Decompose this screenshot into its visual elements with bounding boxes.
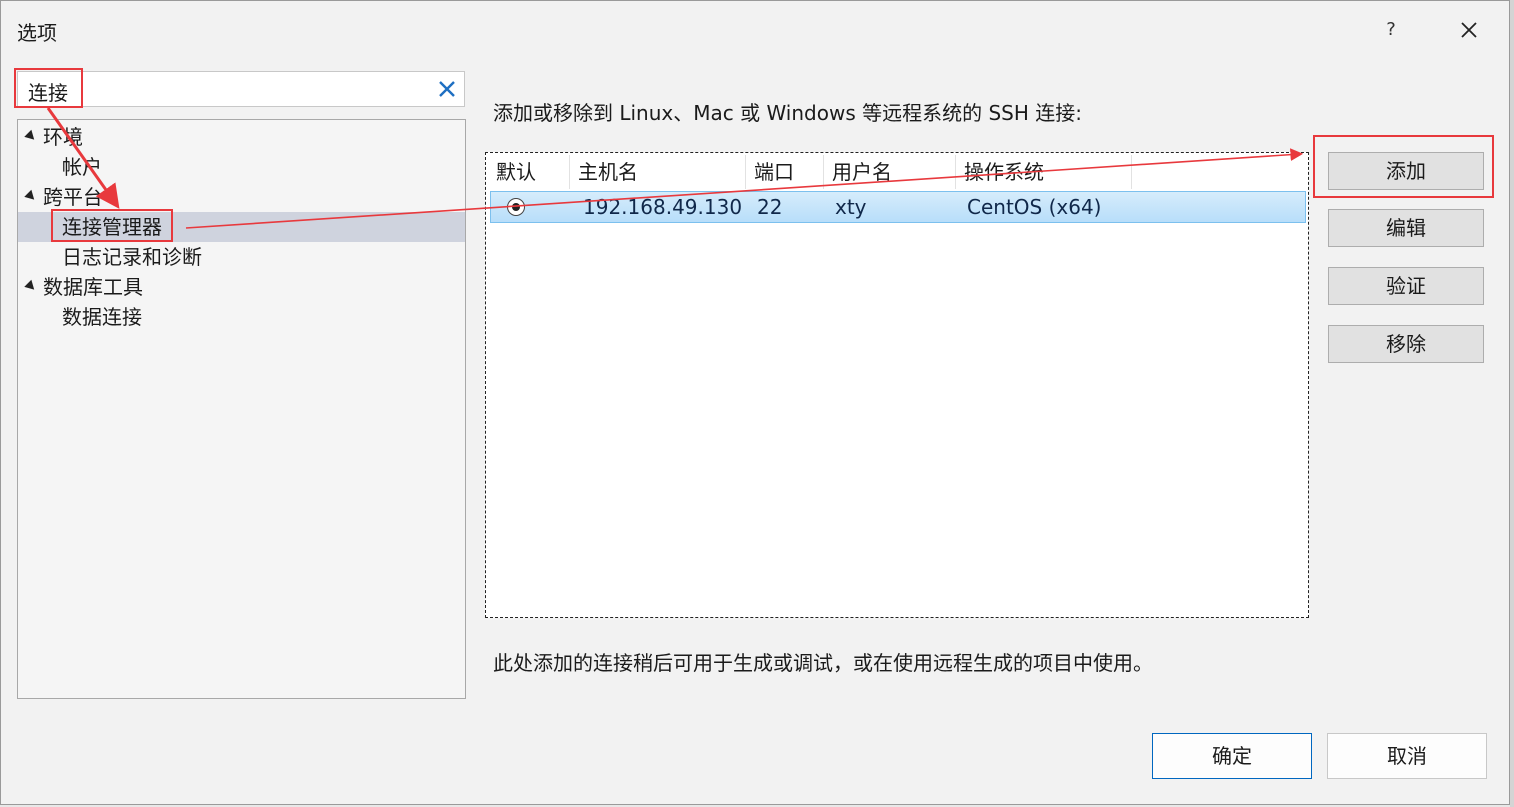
tree-item-connection-manager[interactable]: 连接管理器 [18,212,465,242]
remove-button[interactable]: 移除 [1328,325,1484,363]
expand-arrow-icon[interactable] [24,189,38,204]
cell-user: xty [835,195,867,219]
search-input-value: 连接 [28,81,68,105]
tree-item-label: 跨平台 [43,185,103,209]
cancel-button[interactable]: 取消 [1327,733,1487,779]
section-description: 添加或移除到 Linux、Mac 或 Windows 等远程系统的 SSH 连接… [493,101,1082,125]
expand-arrow-icon[interactable] [24,279,38,294]
tree-item-label: 帐户 [62,155,102,179]
tree-item-environment[interactable]: 环境 [18,122,465,152]
dialog-title: 选项 [17,21,57,45]
help-button[interactable]: ? [1371,15,1411,45]
edit-button[interactable]: 编辑 [1328,209,1484,247]
add-button[interactable]: 添加 [1328,152,1484,190]
cell-host: 192.168.49.130 [583,195,743,219]
tree-item-label: 数据库工具 [43,275,143,299]
tree-item-logging[interactable]: 日志记录和诊断 [18,242,465,272]
usage-note: 此处添加的连接稍后可用于生成或调试，或在使用远程生成的项目中使用。 [493,651,1153,675]
ok-button[interactable]: 确定 [1152,733,1312,779]
tree-item-cross-platform[interactable]: 跨平台 [18,182,465,212]
options-dialog: 选项 ? 连接 环境 帐户 跨平台 连接管理器 日志记录和诊断 数据库工具 数据… [0,0,1510,805]
title-bar: 选项 ? [1,1,1509,55]
table-row[interactable]: 192.168.49.130 22 xty CentOS (x64) [490,191,1306,223]
cell-os: CentOS (x64) [967,195,1102,219]
tree-item-label: 环境 [43,125,83,149]
column-header-port[interactable]: 端口 [746,155,824,189]
column-header-host[interactable]: 主机名 [570,155,746,189]
tree-item-label: 数据连接 [62,305,142,329]
close-button[interactable] [1449,15,1489,45]
list-header: 默认 主机名 端口 用户名 操作系统 [488,155,1306,189]
column-header-default[interactable]: 默认 [488,155,570,189]
cell-port: 22 [757,195,783,219]
close-icon [1461,22,1477,38]
tree-item-label: 日志记录和诊断 [62,245,202,269]
expand-arrow-icon[interactable] [24,129,38,144]
search-input[interactable]: 连接 [17,71,465,107]
background-window-edge [1510,0,1514,807]
tree-item-accounts[interactable]: 帐户 [18,152,465,182]
connections-list[interactable]: 默认 主机名 端口 用户名 操作系统 192.168.49.130 22 xty… [485,152,1309,618]
tree-item-label: 连接管理器 [62,215,162,239]
tree-item-database-tools[interactable]: 数据库工具 [18,272,465,302]
tree-item-data-connections[interactable]: 数据连接 [18,302,465,332]
verify-button[interactable]: 验证 [1328,267,1484,305]
clear-search-button[interactable] [436,78,458,100]
options-tree: 环境 帐户 跨平台 连接管理器 日志记录和诊断 数据库工具 数据连接 [17,119,466,699]
column-header-os[interactable]: 操作系统 [956,155,1132,189]
default-radio[interactable] [507,198,525,216]
clear-icon [439,81,455,97]
column-header-user[interactable]: 用户名 [824,155,956,189]
